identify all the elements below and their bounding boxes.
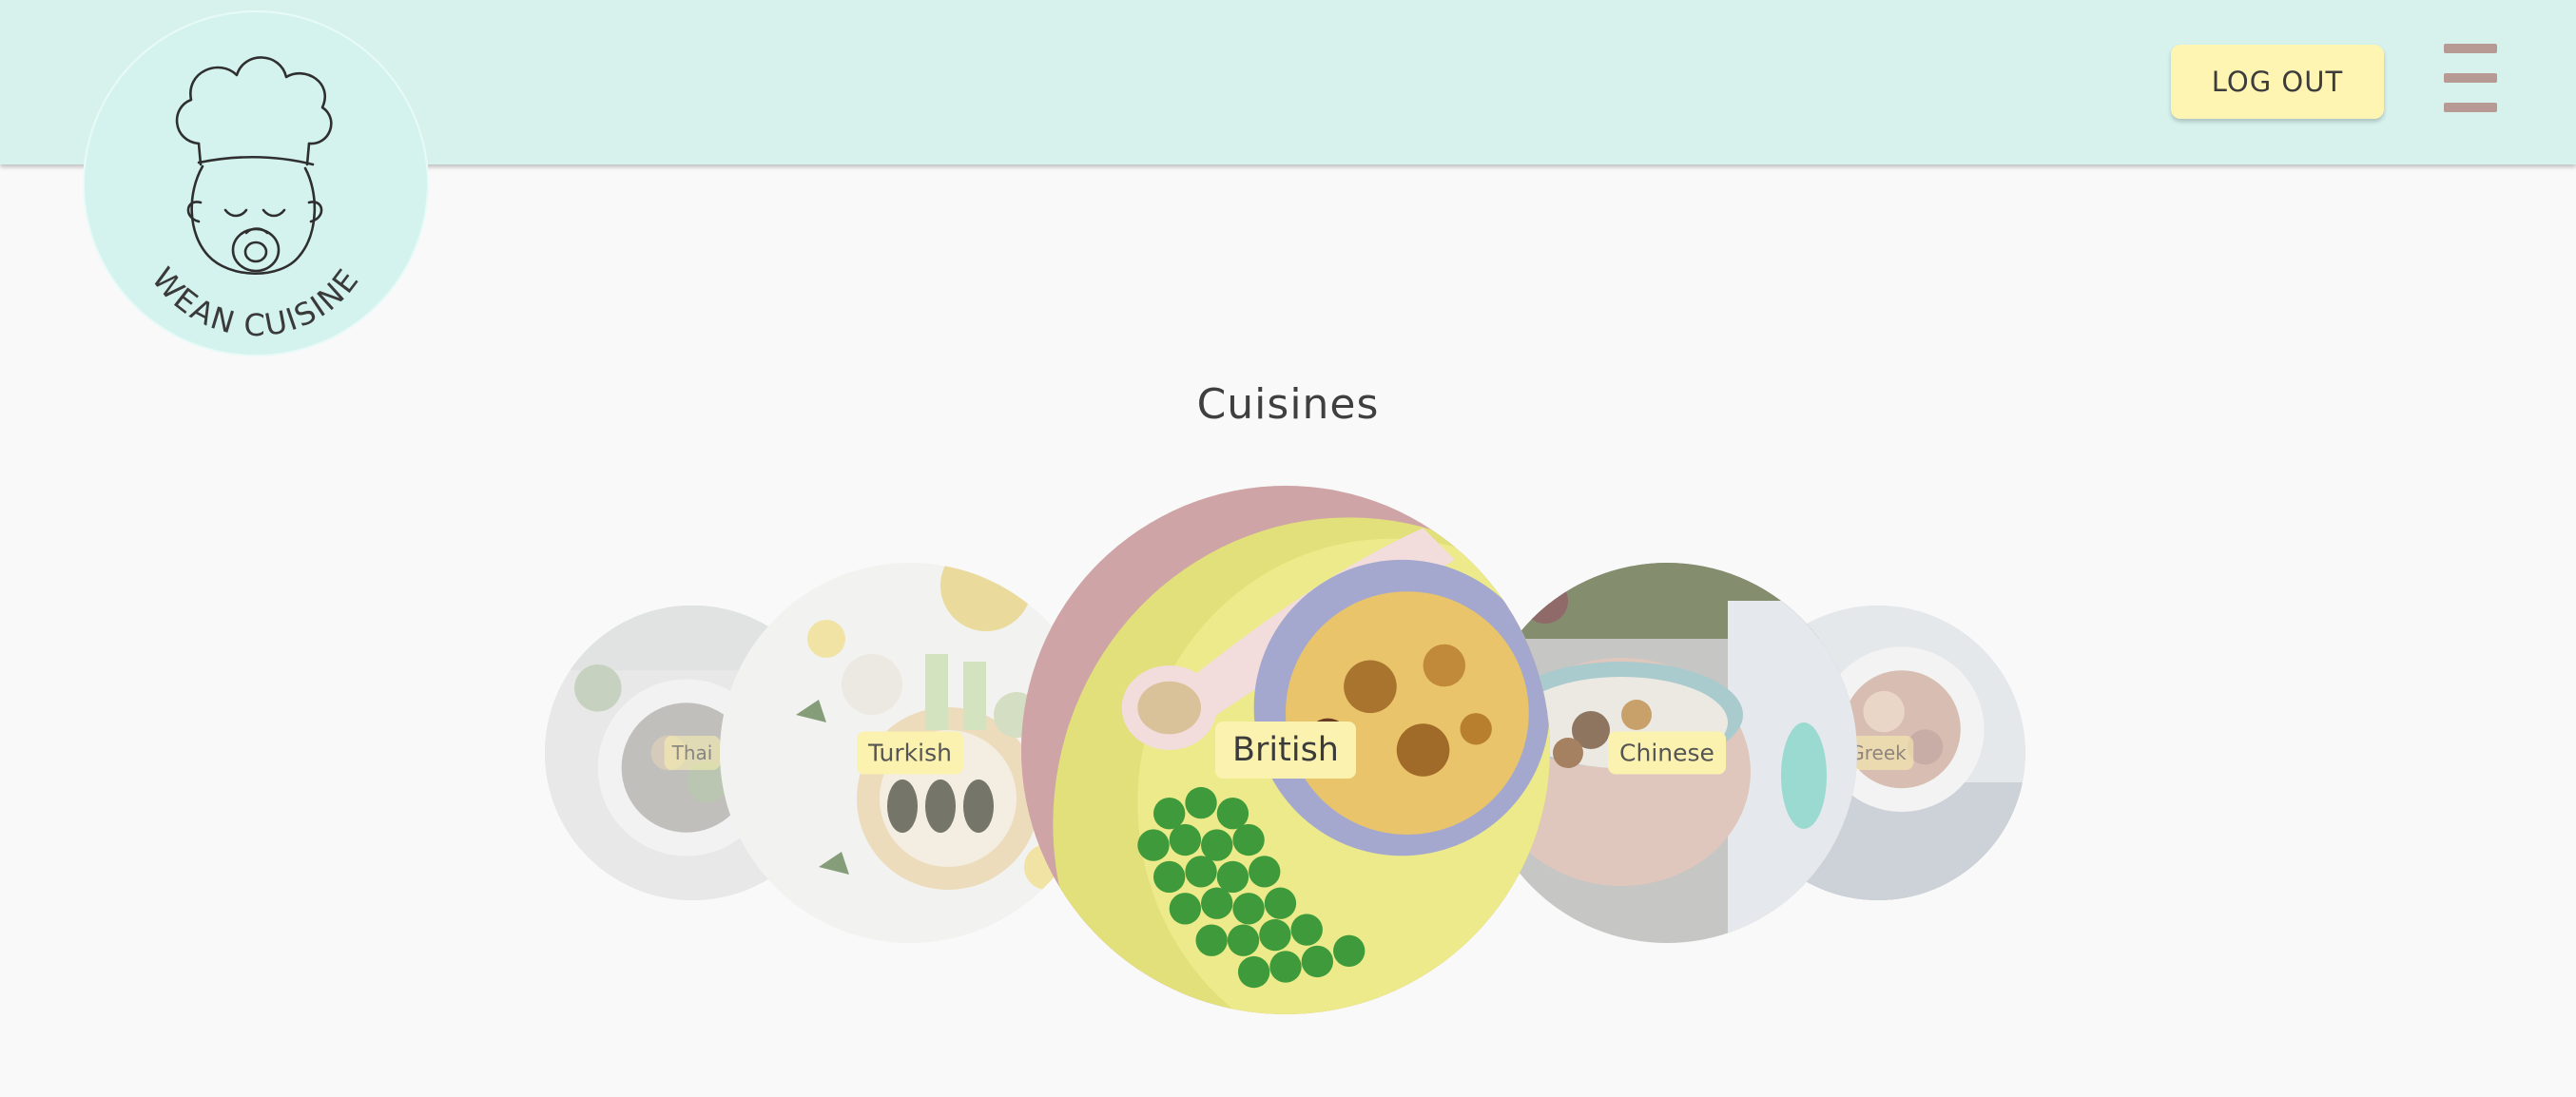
logout-button[interactable]: LOG OUT bbox=[2171, 45, 2384, 119]
cuisine-label: Thai bbox=[664, 736, 721, 770]
wean-cuisine-logo[interactable]: WEAN CUISINE bbox=[85, 12, 427, 355]
menu-bar bbox=[2444, 73, 2497, 83]
chef-baby-icon: WEAN CUISINE bbox=[145, 56, 364, 343]
cuisine-card-british[interactable]: British bbox=[1021, 486, 1550, 1014]
menu-bar bbox=[2444, 44, 2497, 53]
hamburger-menu-icon[interactable] bbox=[2444, 44, 2497, 112]
cuisine-label: Turkish bbox=[857, 731, 963, 775]
menu-bar bbox=[2444, 103, 2497, 112]
cuisine-label: Chinese bbox=[1608, 731, 1726, 775]
cuisine-label: British bbox=[1215, 722, 1356, 779]
